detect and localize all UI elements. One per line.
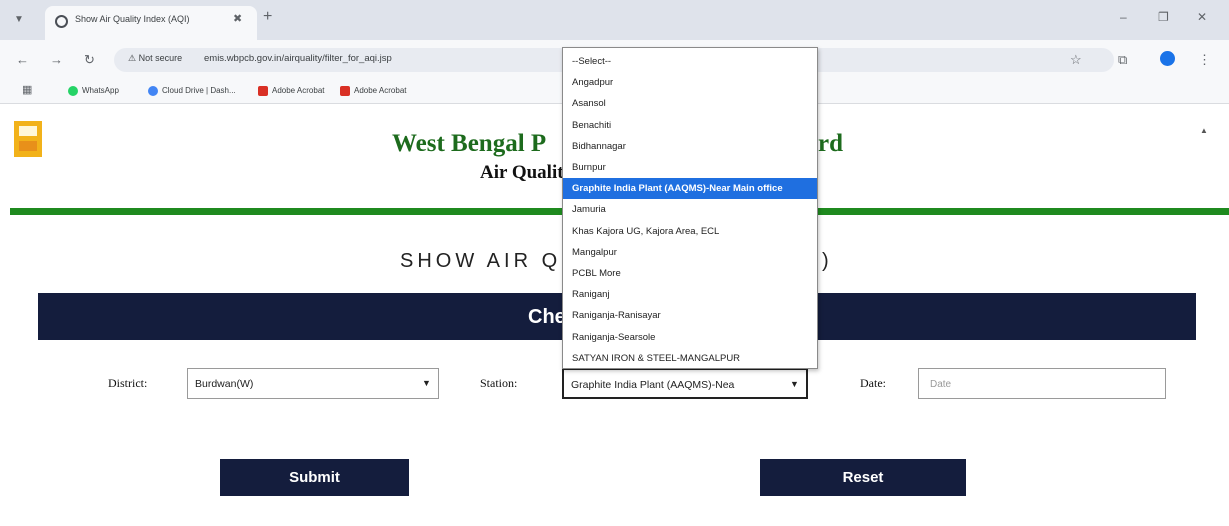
page-heading-end: ) bbox=[822, 250, 829, 272]
dropdown-option[interactable]: Mangalpur bbox=[563, 242, 817, 263]
site-title: West Bengal P bbox=[392, 130, 547, 157]
station-select[interactable]: Graphite India Plant (AAQMS)-Nea ▼ bbox=[562, 368, 808, 399]
restore-icon[interactable]: ❐ bbox=[1158, 10, 1169, 24]
forward-icon[interactable]: → bbox=[50, 52, 63, 67]
reload-icon[interactable]: ↻ bbox=[84, 52, 95, 68]
close-window-icon[interactable]: ✕ bbox=[1197, 10, 1207, 24]
tab-favicon-icon bbox=[55, 15, 68, 28]
station-label: Station: bbox=[480, 376, 518, 390]
dropdown-option[interactable]: SATYAN IRON & STEEL-MANGALPUR bbox=[563, 348, 817, 368]
site-title-end: rd bbox=[818, 130, 843, 157]
page-heading: SHOW AIR Q bbox=[400, 250, 562, 272]
bookmark-star-icon[interactable]: ☆ bbox=[1070, 52, 1082, 68]
submit-button[interactable]: Submit bbox=[220, 459, 409, 496]
date-placeholder: Date bbox=[930, 379, 952, 390]
chevron-down-icon: ▼ bbox=[422, 378, 431, 388]
dropdown-option[interactable]: Raniganja-Ranisayar bbox=[563, 305, 817, 326]
dropdown-option[interactable]: Burnpur bbox=[563, 157, 817, 178]
tab-search-icon[interactable]: ▼ bbox=[10, 11, 28, 29]
bookmark-cloud-drive[interactable]: Cloud Drive | Dash... bbox=[162, 86, 236, 95]
date-label: Date: bbox=[860, 376, 886, 390]
wbpcb-logo-icon bbox=[14, 121, 42, 157]
active-tab[interactable]: Show Air Quality Index (AQI) ✖ bbox=[45, 6, 257, 40]
reset-button[interactable]: Reset bbox=[760, 459, 966, 496]
more-menu-icon[interactable]: ⋮ bbox=[1198, 52, 1211, 68]
site-subtitle: Air Qualit bbox=[480, 162, 564, 183]
bookmark-acrobat-1[interactable]: Adobe Acrobat bbox=[272, 86, 324, 95]
chevron-down-icon: ▼ bbox=[790, 379, 799, 389]
acrobat-icon bbox=[340, 86, 350, 96]
cloud-icon bbox=[148, 86, 158, 96]
district-select[interactable]: Burdwan(W) ▼ bbox=[187, 368, 439, 399]
dropdown-option[interactable]: Raniganja-Searsole bbox=[563, 327, 817, 348]
dropdown-option[interactable]: PCBL More bbox=[563, 263, 817, 284]
extensions-icon[interactable]: ⧉ bbox=[1118, 52, 1127, 68]
apps-grid-icon[interactable]: ▦ bbox=[22, 83, 32, 96]
minimize-icon[interactable]: – bbox=[1120, 10, 1127, 24]
acrobat-icon bbox=[258, 86, 268, 96]
scroll-up-icon[interactable]: ▲ bbox=[1200, 126, 1208, 135]
dropdown-option[interactable]: --Select-- bbox=[563, 51, 817, 72]
station-select-value: Graphite India Plant (AAQMS)-Nea bbox=[571, 379, 735, 391]
district-label: District: bbox=[108, 376, 148, 390]
district-select-value: Burdwan(W) bbox=[195, 378, 254, 390]
new-tab-button[interactable]: + bbox=[263, 8, 272, 26]
station-dropdown-list[interactable]: --Select-- Angadpur Asansol Benachiti Bidhan… bbox=[562, 47, 818, 369]
back-icon[interactable]: ← bbox=[16, 52, 29, 67]
bookmark-acrobat-2[interactable]: Adobe Acrobat bbox=[354, 86, 406, 95]
url-text[interactable]: emis.wbpcb.gov.in/airquality/filter_for_… bbox=[204, 53, 392, 64]
whatsapp-icon bbox=[68, 86, 78, 96]
tab-close-icon[interactable]: ✖ bbox=[233, 12, 242, 25]
dropdown-option[interactable]: Angadpur bbox=[563, 72, 817, 93]
dropdown-option[interactable]: Asansol bbox=[563, 93, 817, 114]
profile-avatar[interactable] bbox=[1160, 51, 1175, 66]
section-banner-text: Che bbox=[528, 306, 566, 328]
dropdown-option[interactable]: Jamuria bbox=[563, 199, 817, 220]
bookmark-whatsapp[interactable]: WhatsApp bbox=[82, 86, 119, 95]
dropdown-option[interactable]: Bidhannagar bbox=[563, 136, 817, 157]
dropdown-option[interactable]: Graphite India Plant (AAQMS)-Near Main o… bbox=[563, 178, 817, 200]
dropdown-option[interactable]: Benachiti bbox=[563, 115, 817, 136]
dropdown-option[interactable]: Khas Kajora UG, Kajora Area, ECL bbox=[563, 221, 817, 242]
security-indicator[interactable]: ⚠ Not secure bbox=[128, 53, 182, 64]
tab-title: Show Air Quality Index (AQI) bbox=[75, 14, 190, 24]
date-input[interactable]: Date bbox=[918, 368, 1166, 399]
dropdown-option[interactable]: Raniganj bbox=[563, 284, 817, 305]
